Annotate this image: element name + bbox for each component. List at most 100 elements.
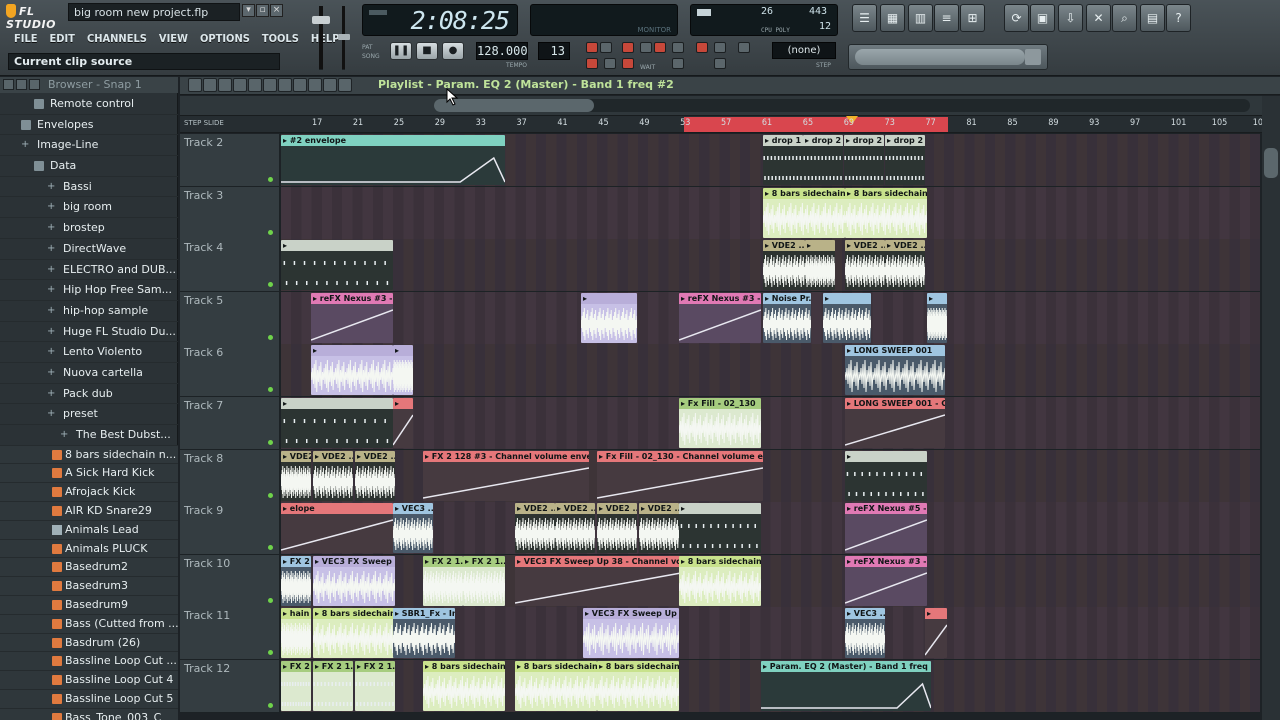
playlist-clip[interactable]: ▸ VDE2 ... [845, 240, 885, 291]
browser-item[interactable]: + ELECTRO and DUB... [0, 260, 178, 281]
browser-file[interactable]: A Sick Hard Kick [0, 464, 178, 484]
reset-icon[interactable]: ⟳ [1004, 4, 1029, 32]
playlist-clip[interactable]: ▸ drop 2 [885, 135, 925, 185]
browser-file[interactable]: Animals PLUCK [0, 539, 178, 559]
export-icon[interactable]: ⇩ [1058, 4, 1083, 32]
playlist-clip[interactable]: ▸ [311, 345, 393, 396]
playlist-clip[interactable]: ▸ VDE2 ... [885, 240, 925, 291]
browser-item[interactable]: + The Best Dubst... [0, 425, 178, 446]
brush-icon[interactable] [233, 78, 247, 92]
browser-item[interactable]: + Lento Violento [0, 342, 178, 363]
scroll-thumb[interactable] [1264, 148, 1278, 178]
menu-file[interactable]: FILE [8, 30, 44, 48]
menu-tools[interactable]: TOOLS [256, 30, 305, 48]
playlist-clip[interactable]: ▸ 8 bars sidechain n... [515, 661, 597, 711]
browser-item[interactable]: + brostep [0, 218, 178, 239]
playlist-clip[interactable]: ▸ [679, 503, 761, 554]
playlist-clip[interactable]: ▸ [805, 240, 835, 291]
browser-item[interactable]: Data [0, 156, 178, 177]
track-header[interactable]: Track 9 [180, 502, 280, 555]
track-lane[interactable]: ▸ FX 2 1...▸ FX 2 1...▸ FX 2 1...▸ 8 bar… [281, 660, 1260, 712]
snap-magnet-icon[interactable] [203, 78, 217, 92]
piano-roll-icon[interactable]: ▥ [908, 4, 933, 32]
count-icon[interactable] [622, 42, 634, 53]
overdub-icon[interactable] [696, 42, 708, 53]
menu-edit[interactable]: EDIT [44, 30, 81, 48]
options-icon[interactable] [188, 78, 202, 92]
pencil-icon[interactable] [218, 78, 232, 92]
help-icon[interactable]: ? [1166, 4, 1191, 32]
playlist-clip[interactable]: ▸ 8 bars sidechain n... [763, 187, 845, 238]
browser-item[interactable]: + hip-hop sample [0, 301, 178, 322]
scroll-icon[interactable] [672, 42, 684, 53]
track-header[interactable]: Track 6 [180, 344, 280, 397]
playlist-clip[interactable]: ▸ reFX Nexus #3 - Ch... [845, 555, 927, 606]
song-time-display[interactable]: 2:08:25 [362, 4, 518, 36]
keyboard-icon[interactable] [600, 42, 612, 53]
track-mute-led[interactable] [268, 334, 273, 340]
save-icon[interactable]: ▣ [1030, 4, 1055, 32]
step-edit-icon[interactable] [586, 58, 598, 69]
browser-file[interactable]: Basedrum9 [0, 596, 178, 615]
close-icon[interactable]: × [270, 4, 283, 17]
vertical-scrollbar[interactable] [1262, 96, 1280, 720]
playlist-clip[interactable]: ▸ drop 2 [803, 135, 843, 185]
playlist-clip[interactable]: ▸ reFX Nexus #3 - C... [311, 292, 393, 343]
playlist-clip[interactable]: ▸ FX 2 1... [463, 555, 505, 606]
browser-item[interactable]: + Hip Hop Free Sam... [0, 280, 178, 301]
browser-item[interactable]: + Nuova cartella [0, 363, 178, 384]
dropdown-arrow-icon[interactable]: ▾ [242, 4, 255, 17]
playlist-clip[interactable]: ▸ drop 2 [844, 135, 884, 185]
playlist-clip[interactable]: ▸ 8 bars sidechain n... [423, 661, 505, 711]
playlist-clip[interactable]: ▸ FX 2 [281, 555, 311, 606]
browser-file[interactable]: Afrojack Kick [0, 483, 178, 503]
playlist-clip[interactable]: ▸ VEC3 FX Sweep Up 38 - Channel volume e… [515, 555, 681, 606]
playlist-clip[interactable]: ▸ [393, 398, 413, 448]
browser-file[interactable]: Bassline Loop Cut 4 [0, 671, 178, 691]
browser-item[interactable]: + DirectWave [0, 239, 178, 260]
browser-file[interactable]: Bassline Loop Cut ... [0, 652, 178, 672]
playlist-clip[interactable]: ▸ Fx Fill - 02_130 [679, 398, 761, 448]
playlist-clip[interactable]: ▸ VDE2 ... [313, 450, 353, 501]
playlist-clip[interactable]: ▸ #2 envelope [281, 135, 505, 185]
track-mute-led[interactable] [268, 650, 273, 656]
search-icon[interactable]: ⌕ [1112, 4, 1137, 32]
browser-file[interactable]: Basedrum3 [0, 577, 178, 597]
slip-icon[interactable] [278, 78, 292, 92]
browser-file[interactable]: Bass (Cutted from ... [0, 614, 178, 634]
horizontal-scrollbar[interactable] [434, 99, 1250, 112]
playlist-clip[interactable]: ▸ 8 bars sidechain n... [679, 555, 761, 606]
chevron-down-icon[interactable] [1025, 49, 1041, 65]
metronome-icon[interactable] [586, 42, 598, 53]
track-header[interactable]: Track 8 [180, 449, 280, 502]
browser-item[interactable]: + Huge FL Studio Du... [0, 322, 178, 343]
browser-file[interactable]: Bass_Tone_003_C [0, 708, 178, 720]
blend-icon[interactable] [738, 42, 750, 53]
playlist-clip[interactable]: ▸ VDE2 ... [763, 240, 805, 291]
track-mute-led[interactable] [268, 282, 273, 288]
playlist-clip[interactable]: ▸ [393, 345, 413, 396]
mixer-icon[interactable]: ⊞ [960, 4, 985, 32]
pattern-icon[interactable] [604, 58, 616, 69]
track-header[interactable]: Track 11 [180, 607, 280, 660]
playlist-clip[interactable]: ▸ FX 2 1... [355, 661, 395, 711]
track-header[interactable]: Track 5 [180, 291, 280, 344]
playback-icon[interactable] [338, 78, 352, 92]
playlist-clip[interactable]: ▸ VEC3 FX Sweep Up 38 [583, 608, 679, 659]
track-mute-led[interactable] [268, 229, 273, 235]
zoom-icon[interactable] [323, 78, 337, 92]
track-lane[interactable]: ▸ elope▸ VEC3 ...▸ VDE2 ...▸ VDE2 ...▸ V… [281, 502, 1260, 555]
menu-channels[interactable]: CHANNELS [81, 30, 153, 48]
track-lane[interactable]: ▸▸ VDE2 ...▸▸ VDE2 ...▸ VDE2 ... [281, 239, 1260, 292]
playlist-clip[interactable]: ▸ 8 bars sidechain n... [597, 661, 679, 711]
playlist-clip[interactable]: ▸ [823, 292, 871, 343]
playlist-clip[interactable]: ▸ VEC3 ... [393, 503, 433, 554]
browser-file[interactable]: Basedrum2 [0, 558, 178, 578]
playlist-clip[interactable]: ▸ VDE2 ... [281, 450, 311, 501]
timeline-ruler[interactable]: STEP SLIDE 17 21 25 29 33 37 41 45 49 53 57 61 65 69 7… [180, 116, 1280, 133]
track-lane[interactable]: ▸ #2 envelope ▸ drop 1 ▸ drop 2 ▸ drop 2 ▸ d… [281, 134, 1260, 186]
settings-icon[interactable]: ✕ [1086, 4, 1111, 32]
playlist-clip[interactable]: ▸ hain n... [281, 608, 311, 659]
pattern-display[interactable]: 13 [538, 42, 570, 60]
mute-icon[interactable] [263, 78, 277, 92]
